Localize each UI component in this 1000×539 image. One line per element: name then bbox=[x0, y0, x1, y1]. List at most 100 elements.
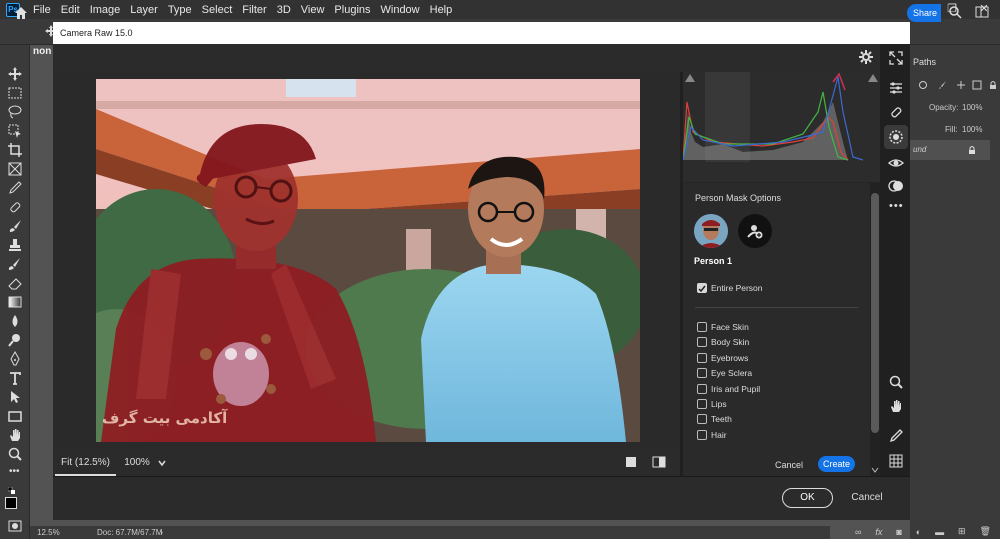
scrollbar-thumb[interactable] bbox=[871, 193, 879, 433]
link-layers-icon[interactable]: ∞ bbox=[855, 527, 861, 537]
menu-edit[interactable]: Edit bbox=[56, 4, 85, 16]
hair-checkbox[interactable] bbox=[697, 430, 707, 440]
chevron-down-icon[interactable] bbox=[157, 458, 167, 468]
menu-help[interactable]: Help bbox=[425, 4, 458, 16]
menu-layer[interactable]: Layer bbox=[125, 4, 163, 16]
crop-tool-icon[interactable] bbox=[7, 142, 23, 158]
healing-brush-tool-icon[interactable] bbox=[7, 199, 23, 215]
new-group-icon[interactable]: ▬ bbox=[935, 527, 944, 537]
frame-tool-icon[interactable] bbox=[7, 161, 23, 177]
lock-all-icon[interactable] bbox=[988, 80, 998, 90]
status-expand-icon[interactable]: › bbox=[160, 527, 163, 537]
menu-3d[interactable]: 3D bbox=[272, 4, 296, 16]
create-button[interactable]: Create bbox=[818, 456, 855, 472]
tab-paths[interactable]: Paths bbox=[913, 57, 936, 67]
workspace-icon[interactable] bbox=[975, 5, 989, 19]
zoom-icon[interactable] bbox=[888, 374, 904, 390]
blur-tool-icon[interactable] bbox=[7, 313, 23, 329]
layer-style-icon[interactable]: fx bbox=[875, 527, 882, 537]
dodge-tool-icon[interactable] bbox=[7, 332, 23, 348]
menu-window[interactable]: Window bbox=[376, 4, 425, 16]
move-tool-icon[interactable] bbox=[7, 66, 23, 82]
add-person-button[interactable] bbox=[738, 214, 772, 248]
fill-value[interactable]: 100% bbox=[962, 125, 982, 134]
lips-checkbox[interactable] bbox=[697, 399, 707, 409]
lock-position-icon[interactable] bbox=[956, 80, 966, 90]
ok-button[interactable]: OK bbox=[782, 488, 833, 508]
photo-preview[interactable]: آکادمی بیت گرف bbox=[96, 79, 640, 442]
add-mask-icon[interactable]: ◙ bbox=[896, 527, 901, 537]
zoom-fit-button[interactable]: Fit (12.5%) bbox=[55, 450, 116, 476]
foreground-color-swatch[interactable] bbox=[5, 497, 17, 509]
adjustment-layer-icon[interactable]: ◐ bbox=[916, 527, 921, 537]
pen-tool-icon[interactable] bbox=[7, 351, 23, 367]
search-icon[interactable] bbox=[948, 5, 962, 19]
highlight-clipping-icon[interactable] bbox=[868, 74, 878, 82]
sampler-icon[interactable] bbox=[888, 428, 904, 444]
mask-cancel-button[interactable]: Cancel bbox=[770, 457, 808, 473]
fill-screen-icon[interactable] bbox=[625, 456, 637, 468]
teeth-checkbox[interactable] bbox=[697, 414, 707, 424]
brush-tool-icon[interactable] bbox=[7, 218, 23, 234]
hair-label: Hair bbox=[711, 430, 727, 440]
gradient-tool-icon[interactable] bbox=[7, 294, 23, 310]
marquee-tool-icon[interactable] bbox=[7, 85, 23, 101]
lock-pixels-icon[interactable] bbox=[918, 80, 928, 90]
default-colors-icon[interactable] bbox=[8, 487, 16, 495]
red-eye-icon[interactable] bbox=[888, 155, 904, 171]
menu-view[interactable]: View bbox=[296, 4, 330, 16]
zoom-100-button[interactable]: 100% bbox=[120, 450, 154, 476]
entire-person-checkbox[interactable] bbox=[697, 283, 707, 293]
person-1-thumbnail[interactable] bbox=[694, 214, 728, 248]
more-tools-icon[interactable]: ••• bbox=[9, 466, 20, 477]
grid-icon[interactable] bbox=[888, 453, 904, 469]
lasso-tool-icon[interactable] bbox=[7, 104, 23, 120]
shadow-clipping-icon[interactable] bbox=[685, 74, 695, 82]
layer-row[interactable]: und bbox=[910, 140, 990, 160]
zoom-level[interactable]: 12.5% bbox=[37, 528, 60, 537]
masking-tool-active[interactable] bbox=[884, 125, 908, 149]
hand-tool-icon[interactable] bbox=[7, 427, 23, 443]
menu-plugins[interactable]: Plugins bbox=[329, 4, 375, 16]
scroll-down-icon[interactable] bbox=[871, 466, 879, 474]
cancel-button[interactable]: Cancel bbox=[846, 488, 888, 508]
iris-pupil-checkbox[interactable] bbox=[697, 384, 707, 394]
person-avatar bbox=[694, 214, 728, 248]
eyebrows-checkbox[interactable] bbox=[697, 353, 707, 363]
menu-select[interactable]: Select bbox=[197, 4, 238, 16]
brush-lock-icon[interactable] bbox=[938, 80, 948, 90]
rectangle-tool-icon[interactable] bbox=[7, 408, 23, 424]
menubar: Ps File Edit Image Layer Type Select Fil… bbox=[0, 0, 1000, 19]
type-tool-icon[interactable] bbox=[7, 370, 23, 386]
document-tab[interactable]: non bbox=[33, 46, 55, 62]
hand-icon[interactable] bbox=[888, 398, 904, 414]
menu-type[interactable]: Type bbox=[163, 4, 197, 16]
clone-stamp-tool-icon[interactable] bbox=[7, 237, 23, 253]
artboard-lock-icon[interactable] bbox=[972, 80, 982, 90]
home-icon[interactable] bbox=[12, 4, 30, 22]
eye-sclera-checkbox[interactable] bbox=[697, 368, 707, 378]
history-brush-tool-icon[interactable] bbox=[7, 256, 23, 272]
body-skin-checkbox[interactable] bbox=[697, 337, 707, 347]
gear-icon[interactable] bbox=[859, 50, 873, 64]
fullscreen-icon[interactable] bbox=[888, 50, 904, 66]
menu-image[interactable]: Image bbox=[85, 4, 126, 16]
path-selection-tool-icon[interactable] bbox=[7, 389, 23, 405]
edit-sliders-icon[interactable] bbox=[888, 80, 904, 96]
new-layer-icon[interactable]: ⊞ bbox=[958, 526, 966, 537]
more-options-icon[interactable]: ••• bbox=[889, 200, 904, 212]
opacity-value[interactable]: 100% bbox=[962, 103, 982, 112]
menu-file[interactable]: File bbox=[28, 4, 56, 16]
zoom-tool-icon[interactable] bbox=[7, 446, 23, 462]
object-selection-tool-icon[interactable] bbox=[7, 123, 23, 139]
before-after-icon[interactable] bbox=[652, 456, 666, 468]
delete-layer-icon[interactable]: 🗑 bbox=[980, 526, 991, 537]
quick-mask-icon[interactable] bbox=[8, 520, 22, 532]
face-skin-checkbox[interactable] bbox=[697, 322, 707, 332]
share-button[interactable]: Share bbox=[907, 4, 941, 22]
menu-filter[interactable]: Filter bbox=[237, 4, 271, 16]
presets-icon[interactable] bbox=[888, 178, 904, 194]
eraser-tool-icon[interactable] bbox=[7, 275, 23, 291]
eyedropper-tool-icon[interactable] bbox=[7, 180, 23, 196]
healing-icon[interactable] bbox=[888, 104, 904, 120]
